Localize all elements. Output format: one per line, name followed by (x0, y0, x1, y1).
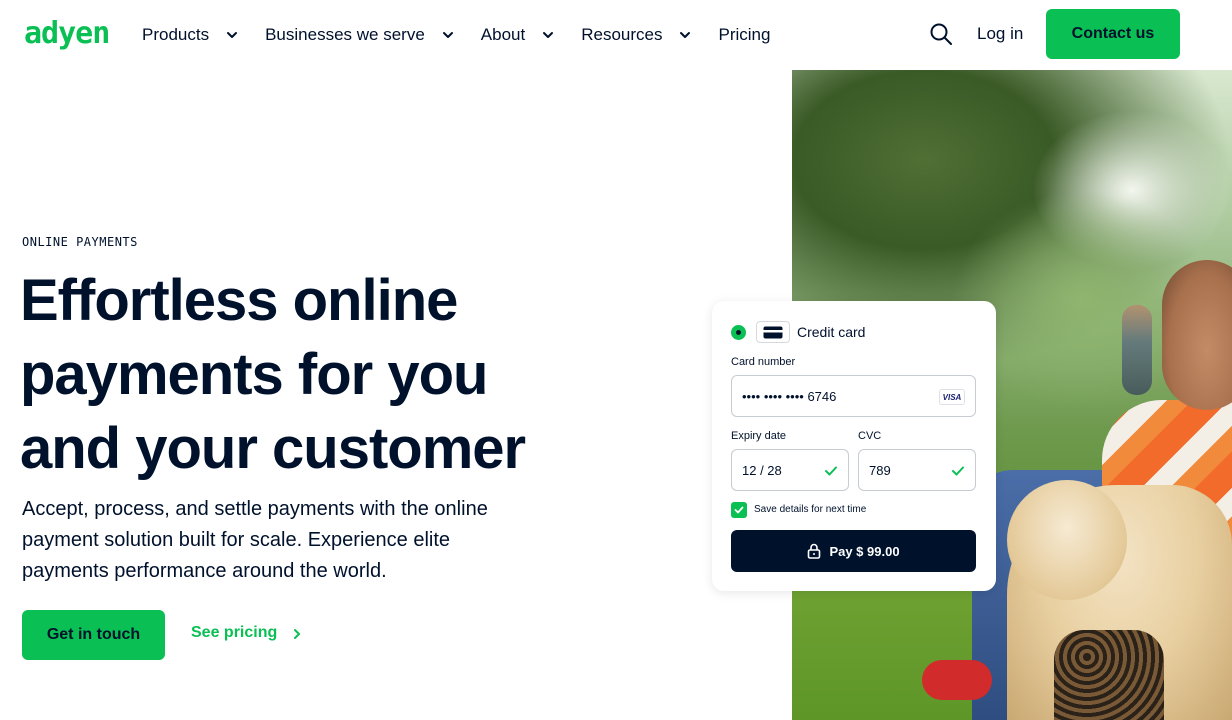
chevron-down-icon (541, 28, 555, 42)
nav-item-about[interactable]: About (481, 25, 555, 45)
nav-item-businesses[interactable]: Businesses we serve (265, 25, 455, 45)
lock-icon (807, 543, 821, 559)
pay-button-label: Pay $ 99.00 (829, 543, 900, 559)
credit-card-icon (756, 321, 790, 343)
hero-subtext: Accept, process, and settle payments wit… (22, 498, 488, 582)
contact-us-button[interactable]: Contact us (1046, 9, 1180, 59)
expiry-field[interactable]: 12 / 28 (731, 449, 849, 491)
site-header: adyen Products Businesses we serve About… (0, 0, 1232, 70)
card-number-label: Card number (731, 356, 796, 368)
expiry-value: 12 / 28 (742, 462, 782, 478)
payment-method-radio[interactable] (731, 325, 746, 340)
chevron-down-icon (225, 28, 239, 42)
chevron-right-icon (291, 627, 303, 639)
nav-item-products[interactable]: Products (142, 25, 239, 45)
hero-eyebrow: ONLINE PAYMENTS (22, 235, 138, 249)
nav-item-label: Products (142, 25, 210, 44)
hero-headline: Effortless online payments for you and y… (20, 268, 526, 481)
get-in-touch-button[interactable]: Get in touch (22, 610, 165, 660)
payment-form-card: Credit card Card number •••• •••• •••• 6… (712, 301, 996, 591)
cvc-label: CVC (858, 430, 882, 442)
payment-method-label: Credit card (797, 324, 866, 340)
save-details-checkbox[interactable] (731, 502, 747, 518)
see-pricing-label: See pricing (191, 624, 278, 641)
main-nav: Products Businesses we serve About Resou… (142, 22, 796, 48)
cvc-value: 789 (869, 462, 891, 478)
visa-icon: VISA (939, 389, 965, 405)
nav-item-pricing[interactable]: Pricing (718, 25, 770, 45)
cvc-field[interactable]: 789 (858, 449, 976, 491)
nav-item-label: Pricing (718, 25, 771, 44)
search-icon[interactable] (929, 22, 953, 46)
chevron-down-icon (441, 28, 455, 42)
expiry-label: Expiry date (731, 430, 787, 442)
card-number-value: •••• •••• •••• 6746 (742, 388, 837, 404)
chevron-down-icon (678, 28, 692, 42)
pay-button[interactable]: Pay $ 99.00 (731, 530, 976, 572)
nav-item-label: About (480, 25, 526, 44)
nav-item-resources[interactable]: Resources (581, 25, 692, 45)
checkmark-icon (951, 464, 965, 478)
save-details-label: Save details for next time (754, 504, 867, 515)
card-number-field[interactable]: •••• •••• •••• 6746 VISA (731, 375, 976, 417)
login-link[interactable]: Log in (977, 24, 1023, 44)
checkmark-icon (824, 464, 838, 478)
see-pricing-link[interactable]: See pricing (191, 624, 303, 642)
nav-item-label: Businesses we serve (265, 25, 425, 44)
nav-item-label: Resources (581, 25, 663, 44)
adyen-logo[interactable]: adyen (24, 19, 110, 49)
